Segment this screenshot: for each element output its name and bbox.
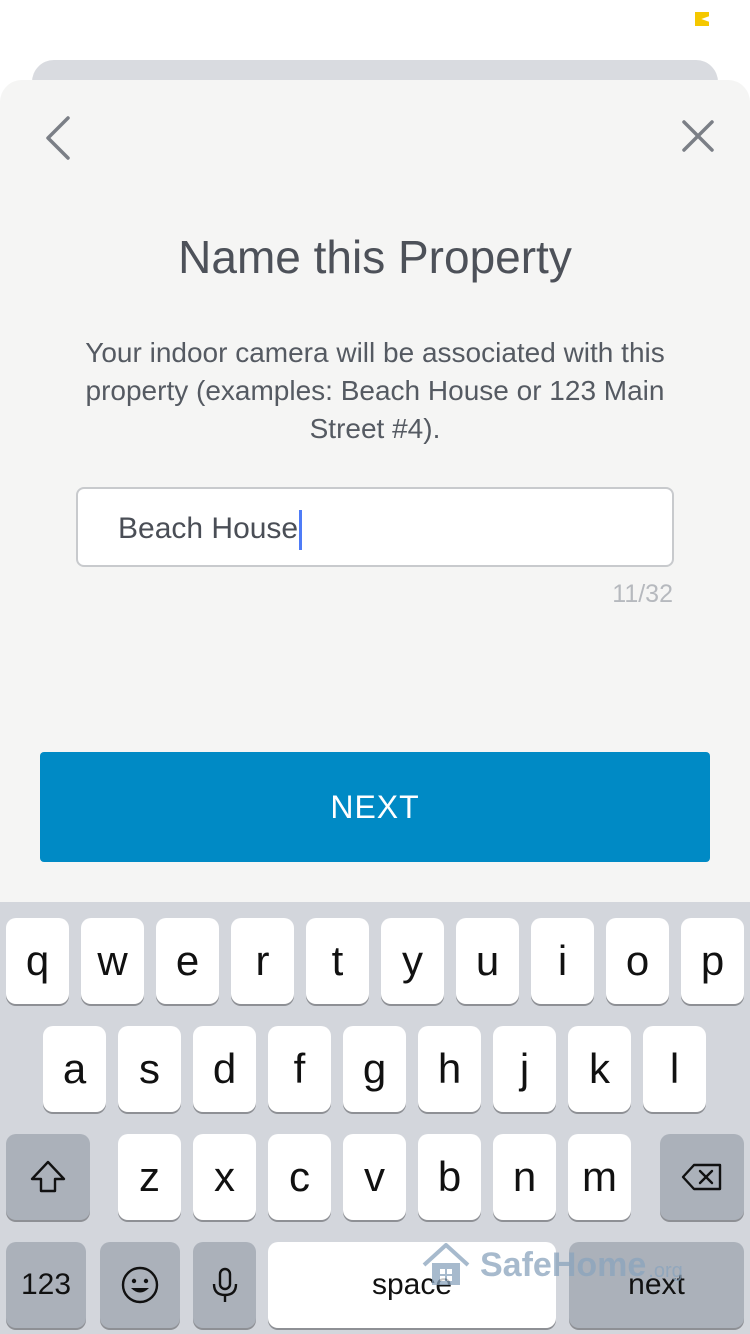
status-bar [0, 0, 750, 40]
emoji-icon [121, 1266, 159, 1304]
key-l[interactable]: l [643, 1026, 706, 1112]
key-z[interactable]: z [118, 1134, 181, 1220]
delete-key[interactable] [660, 1134, 744, 1220]
watermark-name: SafeHome [480, 1245, 647, 1284]
key-o[interactable]: o [606, 918, 669, 1004]
key-p[interactable]: p [681, 918, 744, 1004]
key-c[interactable]: c [268, 1134, 331, 1220]
numbers-key[interactable]: 123 [6, 1242, 86, 1328]
shift-icon [30, 1160, 66, 1193]
close-icon [682, 120, 714, 152]
property-name-value-wrap: Beach House [118, 507, 303, 551]
close-button[interactable] [668, 106, 728, 166]
key-j[interactable]: j [493, 1026, 556, 1112]
watermark-suffix: .org [648, 1259, 683, 1282]
next-button[interactable]: NEXT [40, 752, 710, 862]
key-t[interactable]: t [306, 918, 369, 1004]
page-title: Name this Property [178, 231, 572, 283]
key-r[interactable]: r [231, 918, 294, 1004]
key-s[interactable]: s [118, 1026, 181, 1112]
emoji-key[interactable] [100, 1242, 180, 1328]
page-description: Your indoor camera will be associated wi… [85, 337, 665, 444]
key-v[interactable]: v [343, 1134, 406, 1220]
key-m[interactable]: m [568, 1134, 631, 1220]
key-w[interactable]: w [81, 918, 144, 1004]
chevron-left-icon [46, 116, 70, 160]
key-f[interactable]: f [268, 1026, 331, 1112]
shift-key[interactable] [6, 1134, 90, 1220]
character-counter: 11/32 [612, 580, 673, 608]
backspace-icon [681, 1163, 722, 1191]
setup-sheet: Name this Property Your indoor camera wi… [0, 80, 750, 910]
key-q[interactable]: q [6, 918, 69, 1004]
key-b[interactable]: b [418, 1134, 481, 1220]
watermark: SafeHome .org [420, 1230, 720, 1300]
key-y[interactable]: y [381, 918, 444, 1004]
property-name-value: Beach House [118, 512, 299, 545]
key-g[interactable]: g [343, 1026, 406, 1112]
microphone-icon [212, 1267, 237, 1302]
house-logo-icon [422, 1243, 470, 1285]
microphone-key[interactable] [193, 1242, 256, 1328]
back-button[interactable] [30, 108, 90, 168]
key-u[interactable]: u [456, 918, 519, 1004]
text-caret [299, 510, 303, 551]
status-indicator-icon [695, 12, 709, 26]
key-x[interactable]: x [193, 1134, 256, 1220]
key-e[interactable]: e [156, 918, 219, 1004]
property-name-input[interactable]: Beach House [76, 487, 674, 567]
key-i[interactable]: i [531, 918, 594, 1004]
key-n[interactable]: n [493, 1134, 556, 1220]
key-d[interactable]: d [193, 1026, 256, 1112]
key-k[interactable]: k [568, 1026, 631, 1112]
key-a[interactable]: a [43, 1026, 106, 1112]
key-h[interactable]: h [418, 1026, 481, 1112]
